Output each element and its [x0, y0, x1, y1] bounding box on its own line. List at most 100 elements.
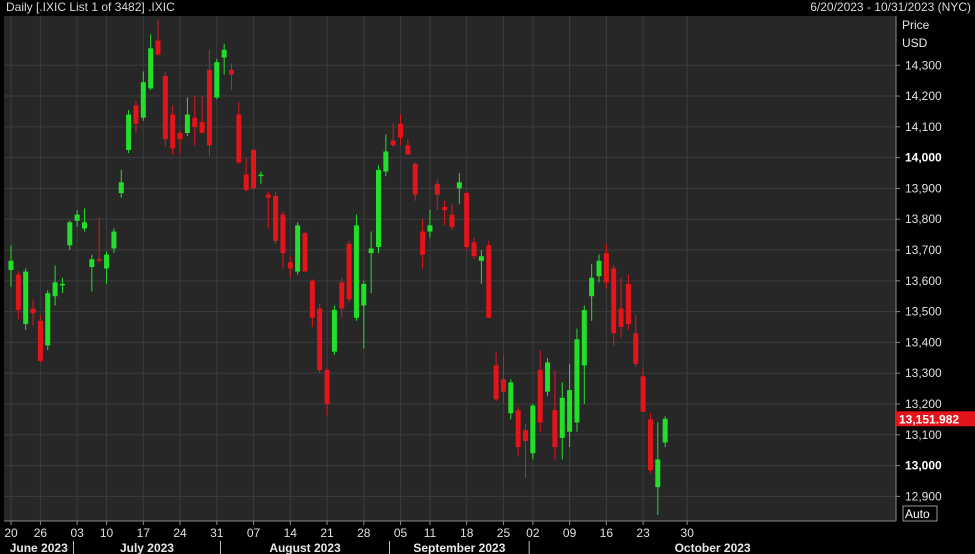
candle-body: [309, 280, 315, 318]
candle-body: [412, 163, 418, 195]
candle-body: [23, 271, 29, 324]
candle-body: [162, 76, 168, 140]
y-axis: Price USD 12,900 13,000 13,100 13,200 13,300…: [895, 16, 942, 521]
candle-body: [59, 283, 65, 286]
candle-down: [464, 191, 470, 251]
candle-body: [111, 231, 117, 249]
candle-body: [133, 105, 139, 124]
x-tick-label: 21: [320, 526, 334, 540]
candle-body: [221, 49, 227, 58]
candle-body: [45, 293, 51, 346]
y-tick-label: 14,100: [905, 120, 942, 134]
x-tick-label: 09: [563, 526, 577, 540]
candle-body: [74, 214, 80, 221]
candle-body: [449, 214, 455, 227]
candle-body: [574, 339, 580, 423]
candle-body: [96, 259, 102, 261]
auto-scale-button[interactable]: Auto: [902, 505, 938, 522]
candle-body: [353, 225, 359, 318]
candle-body: [545, 362, 551, 392]
candle-body: [486, 245, 492, 318]
candle-body: [236, 114, 242, 163]
x-tick-label: 20: [4, 526, 18, 540]
candle-body: [243, 174, 249, 190]
price-chart[interactable]: 20 26 03 10 17 24 31 07 14 21 28 05 11 18 25 02 09 16 23 30…: [0, 0, 975, 554]
candle-body: [346, 243, 352, 300]
candle-body: [82, 222, 87, 229]
candle-body: [126, 114, 132, 150]
candle-body: [155, 40, 161, 55]
auto-scale-label: Auto: [905, 507, 930, 521]
x-tick-label: 31: [210, 526, 224, 540]
candle-body: [30, 308, 36, 314]
plot-area[interactable]: [4, 16, 896, 521]
candle-body: [140, 82, 146, 118]
y-tick-label: 14,000: [905, 151, 942, 165]
candle-body: [405, 145, 411, 155]
candle-body: [184, 114, 190, 134]
candle-body: [655, 459, 661, 488]
x-tick-label: 02: [526, 526, 540, 540]
x-tick-label: 03: [70, 526, 84, 540]
candle-body: [508, 382, 514, 414]
candle-body: [251, 149, 257, 189]
candle-body: [170, 114, 176, 149]
candle-body: [383, 151, 389, 172]
candle-body: [280, 214, 286, 254]
y-tick-label: 13,400: [905, 335, 942, 349]
candle-body: [317, 308, 323, 371]
x-tick-label: 07: [247, 526, 261, 540]
month-label: June 2023: [10, 541, 68, 554]
candle-body: [500, 379, 506, 392]
candle-body: [368, 248, 374, 254]
candle-down: [37, 314, 43, 363]
y-tick-label: 13,000: [905, 459, 942, 473]
candle-body: [258, 174, 264, 177]
x-tick-label: 30: [681, 526, 695, 540]
candle-up: [45, 290, 51, 351]
candle-body: [376, 169, 381, 247]
candle-up: [126, 109, 132, 154]
candle-body: [177, 133, 183, 140]
y-tick-label: 12,900: [905, 489, 942, 503]
y-tick-label: 13,700: [905, 243, 942, 257]
candle-up: [530, 403, 536, 460]
y-tick-label: 13,900: [905, 181, 942, 195]
candle-body: [515, 410, 521, 448]
candle-body: [464, 193, 470, 247]
candle-down: [486, 240, 492, 318]
y-tick-label: 13,800: [905, 212, 942, 226]
candle-up: [376, 165, 381, 254]
candle-body: [589, 277, 595, 297]
candle-up: [331, 305, 337, 355]
x-tick-label: 25: [497, 526, 511, 540]
y-tick-label: 14,300: [905, 58, 942, 72]
candle-body: [581, 310, 587, 366]
x-tick-label: 26: [34, 526, 48, 540]
last-price-label: 13,151.982: [899, 412, 959, 426]
candle-body: [633, 333, 639, 364]
month-label: September 2023: [413, 541, 505, 554]
candle-body: [324, 370, 330, 404]
x-tick-label: 23: [636, 526, 650, 540]
x-tick-label: 24: [173, 526, 187, 540]
candle-body: [640, 376, 646, 412]
candle-body: [456, 182, 462, 189]
candle-body: [265, 194, 271, 198]
candle-body: [273, 196, 279, 241]
candle-body: [662, 418, 668, 443]
candle-down: [346, 240, 352, 303]
candle-body: [118, 182, 124, 194]
candle-body: [390, 140, 396, 146]
candle-body: [442, 206, 448, 210]
candle-body: [339, 282, 345, 309]
candle-body: [302, 233, 308, 272]
candle-body: [89, 259, 95, 267]
x-tick-label: 10: [100, 526, 114, 540]
month-label: July 2023: [120, 541, 174, 554]
y-tick-label: 13,600: [905, 274, 942, 288]
candle-body: [427, 225, 433, 232]
candle-up: [574, 328, 580, 432]
candle-body: [229, 69, 234, 75]
candle-body: [603, 253, 609, 283]
